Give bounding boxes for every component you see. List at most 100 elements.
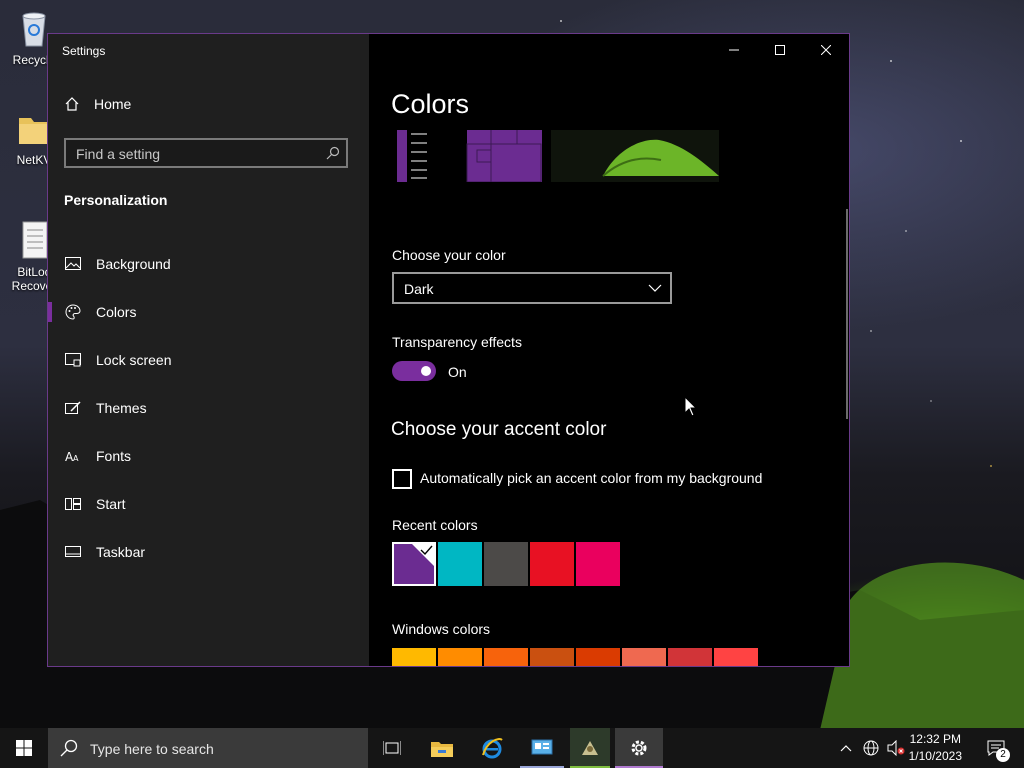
notification-count-badge: 2 — [996, 748, 1010, 762]
task-view-icon — [383, 741, 401, 755]
auto-accent-checkbox[interactable] — [392, 469, 412, 489]
settings-content: Colors Choose your color Dark Transparen… — [369, 34, 849, 666]
volume-button[interactable] — [884, 728, 908, 768]
lock-screen-icon — [65, 353, 81, 367]
auto-accent-label: Automatically pick an accent color from … — [420, 470, 763, 486]
svg-text:A: A — [73, 454, 79, 463]
close-icon — [821, 45, 831, 55]
control-panel-icon — [531, 739, 553, 755]
taskbar-search[interactable] — [48, 728, 368, 768]
start-button[interactable] — [0, 728, 48, 768]
sidebar-item-fonts[interactable]: AA Fonts — [48, 432, 369, 480]
taskbar-app-control-panel[interactable] — [520, 728, 564, 768]
sidebar-item-background[interactable]: Background — [48, 240, 369, 288]
recent-color-swatch[interactable] — [484, 542, 528, 586]
sidebar-item-label: Start — [96, 496, 126, 512]
sidebar-item-label: Themes — [96, 400, 147, 416]
sidebar-item-label: Fonts — [96, 448, 132, 464]
windows-color-swatch[interactable] — [438, 648, 482, 666]
taskbar-search-input[interactable] — [88, 739, 362, 759]
app-icon — [582, 741, 598, 755]
internet-explorer-icon — [482, 738, 503, 759]
choose-color-label: Choose your color — [392, 247, 506, 263]
sidebar-item-themes[interactable]: Themes — [48, 384, 369, 432]
settings-sidebar: Settings Home Personalization Background… — [48, 34, 369, 666]
recent-color-swatch[interactable] — [438, 542, 482, 586]
settings-window: Settings Home Personalization Background… — [47, 33, 850, 667]
page-title: Colors — [391, 89, 470, 119]
task-view-button[interactable] — [370, 728, 414, 768]
recent-colors-label: Recent colors — [392, 517, 478, 533]
recent-colors — [392, 542, 622, 586]
windows-color-swatch[interactable] — [714, 648, 758, 666]
recent-color-swatch[interactable] — [530, 542, 574, 586]
sidebar-item-start[interactable]: Start — [48, 480, 369, 528]
picture-icon — [65, 257, 81, 270]
chevron-down-icon — [648, 284, 662, 292]
windows-color-swatch[interactable] — [392, 648, 436, 666]
scrollbar[interactable] — [846, 209, 848, 419]
sidebar-item-colors[interactable]: Colors — [48, 288, 369, 336]
sidebar-item-label: Colors — [96, 304, 137, 320]
chevron-up-icon — [840, 745, 852, 752]
transparency-toggle[interactable] — [392, 361, 436, 381]
section-title: Personalization — [64, 192, 168, 208]
minimize-button[interactable] — [711, 34, 757, 66]
home-icon — [65, 97, 79, 111]
mouse-cursor-icon — [684, 396, 698, 417]
start-grid-icon — [65, 498, 81, 510]
globe-icon — [863, 740, 879, 756]
system-clock[interactable]: 12:32 PM 1/10/2023 — [909, 731, 962, 765]
find-setting-search[interactable] — [64, 138, 348, 168]
checkmark-icon — [412, 544, 434, 566]
windows-logo-icon — [16, 740, 32, 756]
clock-time: 12:32 PM — [909, 732, 961, 746]
recent-color-swatch[interactable] — [576, 542, 620, 586]
search-icon — [326, 146, 340, 160]
home-link[interactable]: Home — [64, 96, 131, 112]
color-mode-dropdown[interactable]: Dark — [392, 272, 672, 304]
taskbar-icon — [65, 546, 81, 557]
taskbar-app-running[interactable] — [570, 728, 610, 768]
close-button[interactable] — [803, 34, 849, 66]
accent-heading: Choose your accent color — [391, 419, 607, 440]
maximize-icon — [775, 45, 785, 55]
toggle-knob — [421, 366, 431, 376]
sidebar-item-label: Taskbar — [96, 544, 146, 560]
sidebar-item-taskbar[interactable]: Taskbar — [48, 528, 369, 576]
windows-color-swatch[interactable] — [622, 648, 666, 666]
theme-preview — [397, 130, 719, 182]
taskbar: 12:32 PM 1/10/2023 2 — [0, 728, 1024, 768]
settings-gear-icon — [631, 740, 647, 756]
sidebar-item-label: Background — [96, 256, 171, 272]
brush-icon — [65, 401, 81, 414]
taskbar-app-settings[interactable] — [615, 728, 663, 768]
show-hidden-icons-button[interactable] — [836, 728, 856, 768]
transparency-label: Transparency effects — [392, 334, 522, 350]
palette-icon — [65, 304, 81, 320]
windows-color-swatch[interactable] — [530, 648, 574, 666]
action-center-button[interactable] — [976, 728, 1016, 768]
maximize-button[interactable] — [757, 34, 803, 66]
windows-colors — [392, 648, 760, 666]
windows-colors-label: Windows colors — [392, 621, 491, 637]
minimize-icon — [729, 49, 739, 51]
taskbar-app-file-explorer[interactable] — [420, 728, 464, 768]
sidebar-item-lock-screen[interactable]: Lock screen — [48, 336, 369, 384]
sidebar-item-label: Lock screen — [96, 352, 172, 368]
volume-muted-icon — [887, 740, 905, 756]
transparency-state: On — [448, 364, 467, 380]
recent-color-swatch[interactable] — [392, 542, 436, 586]
search-input[interactable] — [74, 144, 318, 164]
search-icon — [60, 739, 78, 757]
windows-color-swatch[interactable] — [484, 648, 528, 666]
taskbar-app-internet-explorer[interactable] — [470, 728, 514, 768]
sidebar-nav: Background Colors Lock screen Themes AA … — [48, 240, 369, 576]
windows-color-swatch[interactable] — [668, 648, 712, 666]
home-label: Home — [94, 96, 132, 112]
font-icon: AA — [65, 450, 79, 463]
network-button[interactable] — [860, 728, 882, 768]
dropdown-value: Dark — [404, 281, 434, 297]
file-explorer-icon — [431, 742, 453, 757]
windows-color-swatch[interactable] — [576, 648, 620, 666]
